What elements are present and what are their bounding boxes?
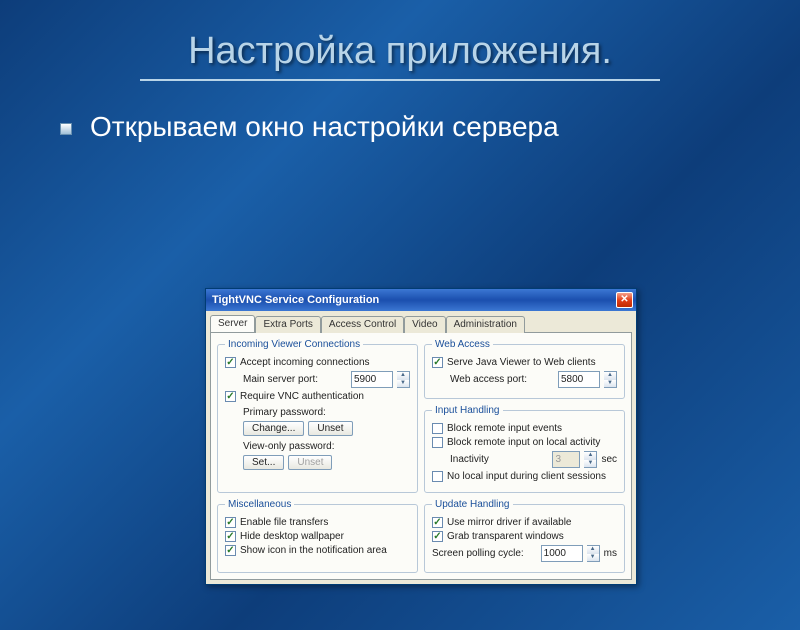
label-accept-incoming: Accept incoming connections [240, 357, 370, 368]
unset-primary-button[interactable]: Unset [308, 421, 352, 436]
group-input: Input Handling Block remote input events… [424, 405, 625, 493]
label-inactivity: Inactivity [450, 454, 489, 465]
slide-title: Настройка приложения. [0, 30, 800, 73]
set-button[interactable]: Set... [243, 455, 284, 470]
tab-video[interactable]: Video [404, 316, 445, 333]
checkbox-require-auth[interactable] [225, 391, 236, 402]
spinner-inactivity: ▲▼ [584, 451, 597, 468]
bullet-item: Открываем окно настройки сервера [60, 111, 800, 143]
tab-body: Incoming Viewer Connections Accept incom… [210, 332, 632, 580]
spinner-web-port[interactable]: ▲▼ [604, 371, 617, 388]
group-incoming: Incoming Viewer Connections Accept incom… [217, 339, 418, 493]
title-underline [140, 79, 660, 81]
tab-strip: Server Extra Ports Access Control Video … [206, 311, 636, 332]
checkbox-accept-incoming[interactable] [225, 357, 236, 368]
input-inactivity: 3 [552, 451, 580, 468]
close-icon[interactable]: ✕ [616, 292, 633, 308]
legend-web: Web Access [432, 339, 493, 350]
label-web-port: Web access port: [450, 374, 527, 385]
input-main-port[interactable]: 5900 [351, 371, 393, 388]
checkbox-block-remote[interactable] [432, 423, 443, 434]
label-viewonly-password: View-only password: [243, 441, 335, 452]
label-grab-transparent: Grab transparent windows [447, 531, 564, 542]
label-hide-wallpaper: Hide desktop wallpaper [240, 531, 344, 542]
checkbox-no-local-input[interactable] [432, 471, 443, 482]
label-block-remote: Block remote input events [447, 423, 562, 434]
legend-update: Update Handling [432, 499, 513, 510]
tab-server[interactable]: Server [210, 315, 255, 332]
legend-incoming: Incoming Viewer Connections [225, 339, 363, 350]
label-sec: sec [601, 454, 617, 465]
tab-access-control[interactable]: Access Control [321, 316, 404, 333]
bullet-icon [60, 123, 72, 135]
titlebar: TightVNC Service Configuration ✕ [206, 289, 636, 311]
tab-administration[interactable]: Administration [446, 316, 525, 333]
spinner-polling[interactable]: ▲▼ [587, 545, 600, 562]
label-serve-java: Serve Java Viewer to Web clients [447, 357, 596, 368]
label-no-local-input: No local input during client sessions [447, 471, 606, 482]
label-main-port: Main server port: [243, 374, 318, 385]
checkbox-mirror-driver[interactable] [432, 517, 443, 528]
label-primary-password: Primary password: [243, 407, 326, 418]
spinner-main-port[interactable]: ▲▼ [397, 371, 410, 388]
group-update: Update Handling Use mirror driver if ava… [424, 499, 625, 573]
label-require-auth: Require VNC authentication [240, 391, 364, 402]
input-web-port[interactable]: 5800 [558, 371, 600, 388]
group-misc: Miscellaneous Enable file transfers Hide… [217, 499, 418, 573]
checkbox-hide-wallpaper[interactable] [225, 531, 236, 542]
unset-viewonly-button[interactable]: Unset [288, 455, 332, 470]
checkbox-file-transfers[interactable] [225, 517, 236, 528]
bullet-text: Открываем окно настройки сервера [90, 111, 559, 143]
label-mirror-driver: Use mirror driver if available [447, 517, 571, 528]
label-polling-cycle: Screen polling cycle: [432, 548, 524, 559]
legend-misc: Miscellaneous [225, 499, 294, 510]
checkbox-show-icon[interactable] [225, 545, 236, 556]
change-button[interactable]: Change... [243, 421, 304, 436]
label-show-icon: Show icon in the notification area [240, 545, 387, 556]
label-file-transfers: Enable file transfers [240, 517, 328, 528]
checkbox-grab-transparent[interactable] [432, 531, 443, 542]
checkbox-block-local-activity[interactable] [432, 437, 443, 448]
window-title: TightVNC Service Configuration [212, 294, 379, 306]
label-block-local-activity: Block remote input on local activity [447, 437, 600, 448]
input-polling-cycle[interactable]: 1000 [541, 545, 583, 562]
tab-extra-ports[interactable]: Extra Ports [255, 316, 320, 333]
checkbox-serve-java[interactable] [432, 357, 443, 368]
legend-input: Input Handling [432, 405, 503, 416]
group-web: Web Access Serve Java Viewer to Web clie… [424, 339, 625, 399]
config-dialog: TightVNC Service Configuration ✕ Server … [205, 288, 637, 585]
label-ms: ms [604, 548, 617, 559]
